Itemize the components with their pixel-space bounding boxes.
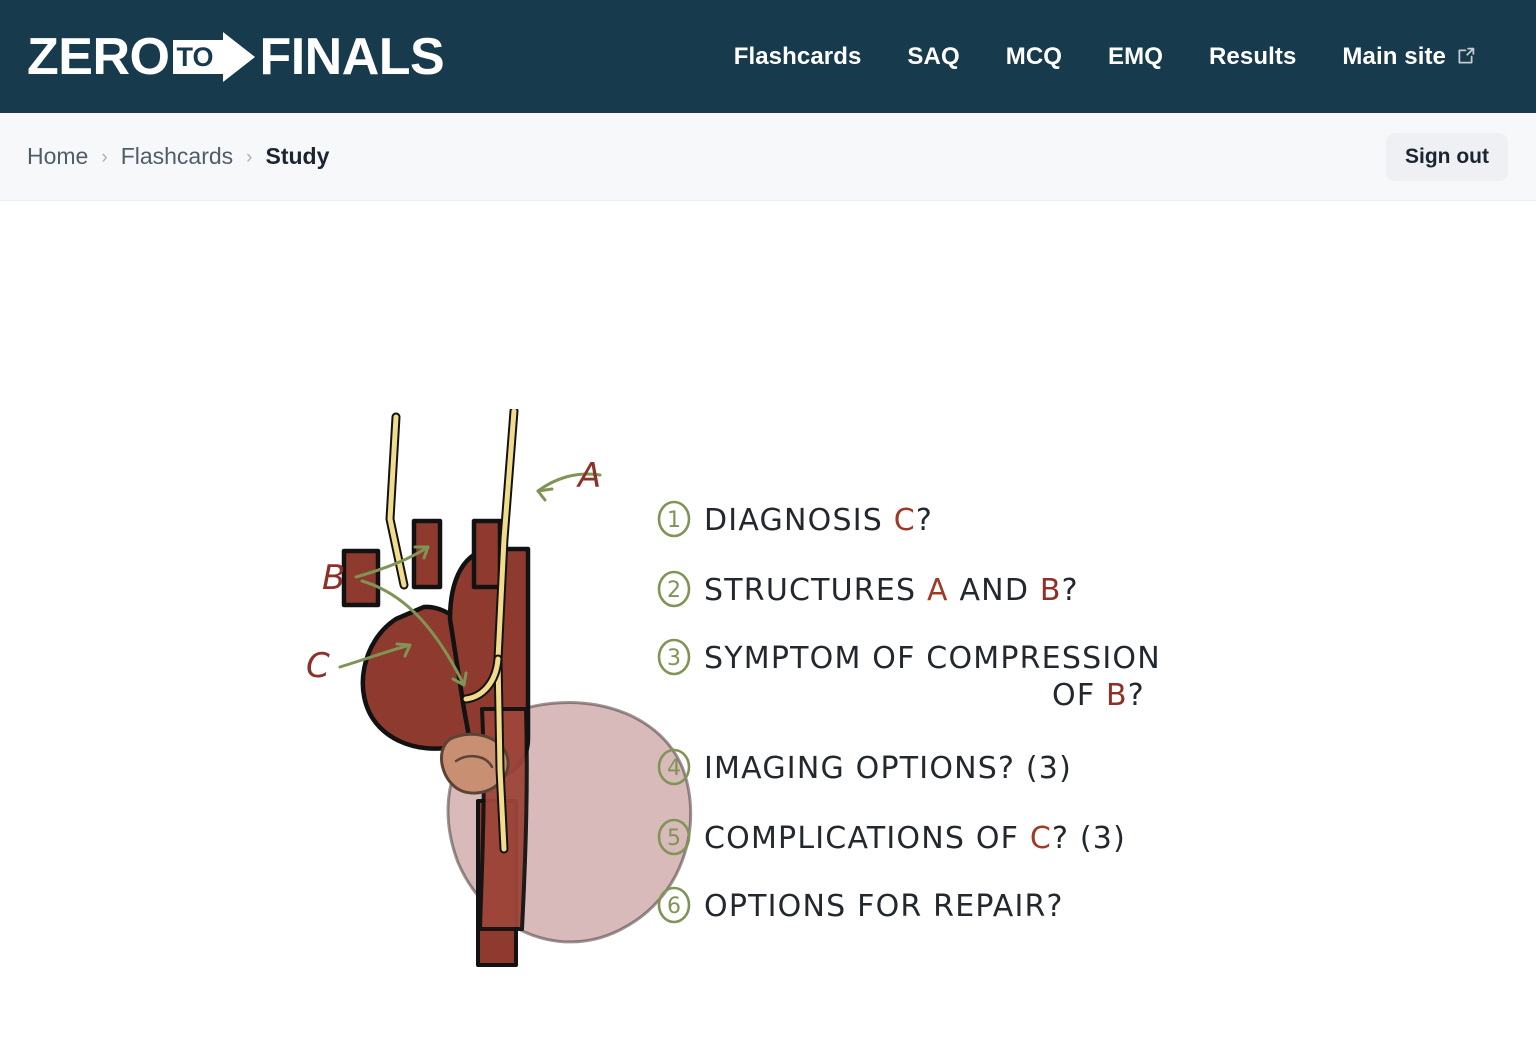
question-text-3-continuation: OF B? xyxy=(1052,678,1145,713)
brand-arrow-badge: TO xyxy=(171,30,257,84)
study-area: 1/309 .hand { font-family:"DejaVu Sans",… xyxy=(0,201,1536,1041)
diagram-label-a: A xyxy=(576,456,601,496)
nav-item-flashcards[interactable]: Flashcards xyxy=(734,43,862,71)
flashcard-image: .hand { font-family:"DejaVu Sans", sans-… xyxy=(300,409,1200,999)
sign-out-button[interactable]: Sign out xyxy=(1386,132,1508,181)
nav-label: MCQ xyxy=(1005,42,1063,70)
nav-label: Main site xyxy=(1342,42,1446,70)
nav-item-results[interactable]: Results xyxy=(1209,43,1296,71)
nav-label: EMQ xyxy=(1108,42,1163,70)
question-number: 6 xyxy=(667,894,681,919)
question-text-1: DIAGNOSIS C? xyxy=(704,503,933,538)
nav-item-mcq[interactable]: MCQ xyxy=(1006,43,1062,71)
breadcrumb-item-study: Study xyxy=(265,143,330,169)
question-text-3: SYMPTOM OF COMPRESSION xyxy=(704,641,1161,676)
question-number: 2 xyxy=(667,578,681,603)
question-text-4: IMAGING OPTIONS? (3) xyxy=(704,751,1072,786)
nav-label: Flashcards xyxy=(733,42,862,70)
site-header: ZERO TO FINALS Flashcards SAQ MCQ EMQ Re… xyxy=(0,0,1536,113)
question-text-2: STRUCTURES A AND B? xyxy=(704,573,1079,608)
diagram-label-b: B xyxy=(322,558,345,598)
question-number: 4 xyxy=(667,756,681,781)
nav-label: Results xyxy=(1209,42,1297,70)
nav-item-saq[interactable]: SAQ xyxy=(907,43,959,71)
question-number: 1 xyxy=(667,508,681,533)
breadcrumb-item-flashcards[interactable]: Flashcards xyxy=(121,143,233,170)
nav-item-main-site[interactable]: Main site xyxy=(1342,43,1476,71)
question-number: 3 xyxy=(667,646,681,671)
question-number: 5 xyxy=(667,826,681,851)
nav-label: SAQ xyxy=(907,42,960,70)
nav-item-emq[interactable]: EMQ xyxy=(1108,43,1163,71)
breadcrumb-item-home[interactable]: Home xyxy=(27,143,88,170)
main-navigation: Flashcards SAQ MCQ EMQ Results Main site xyxy=(734,43,1506,71)
breadcrumb: Home › Flashcards › Study xyxy=(27,143,329,170)
brand-logo[interactable]: ZERO TO FINALS xyxy=(27,27,445,86)
brand-word-finals: FINALS xyxy=(259,27,445,86)
brand-badge-text: TO xyxy=(177,42,214,72)
question-text-6: OPTIONS FOR REPAIR? xyxy=(704,889,1064,924)
external-link-icon xyxy=(1455,46,1476,67)
breadcrumb-bar: Home › Flashcards › Study Sign out xyxy=(0,113,1536,201)
question-text-5: COMPLICATIONS OF C? (3) xyxy=(704,821,1126,856)
breadcrumb-separator-icon: › xyxy=(101,147,108,168)
breadcrumb-separator-icon: › xyxy=(246,147,253,168)
diagram-label-c: C xyxy=(306,646,330,686)
brand-word-zero: ZERO xyxy=(27,27,170,86)
